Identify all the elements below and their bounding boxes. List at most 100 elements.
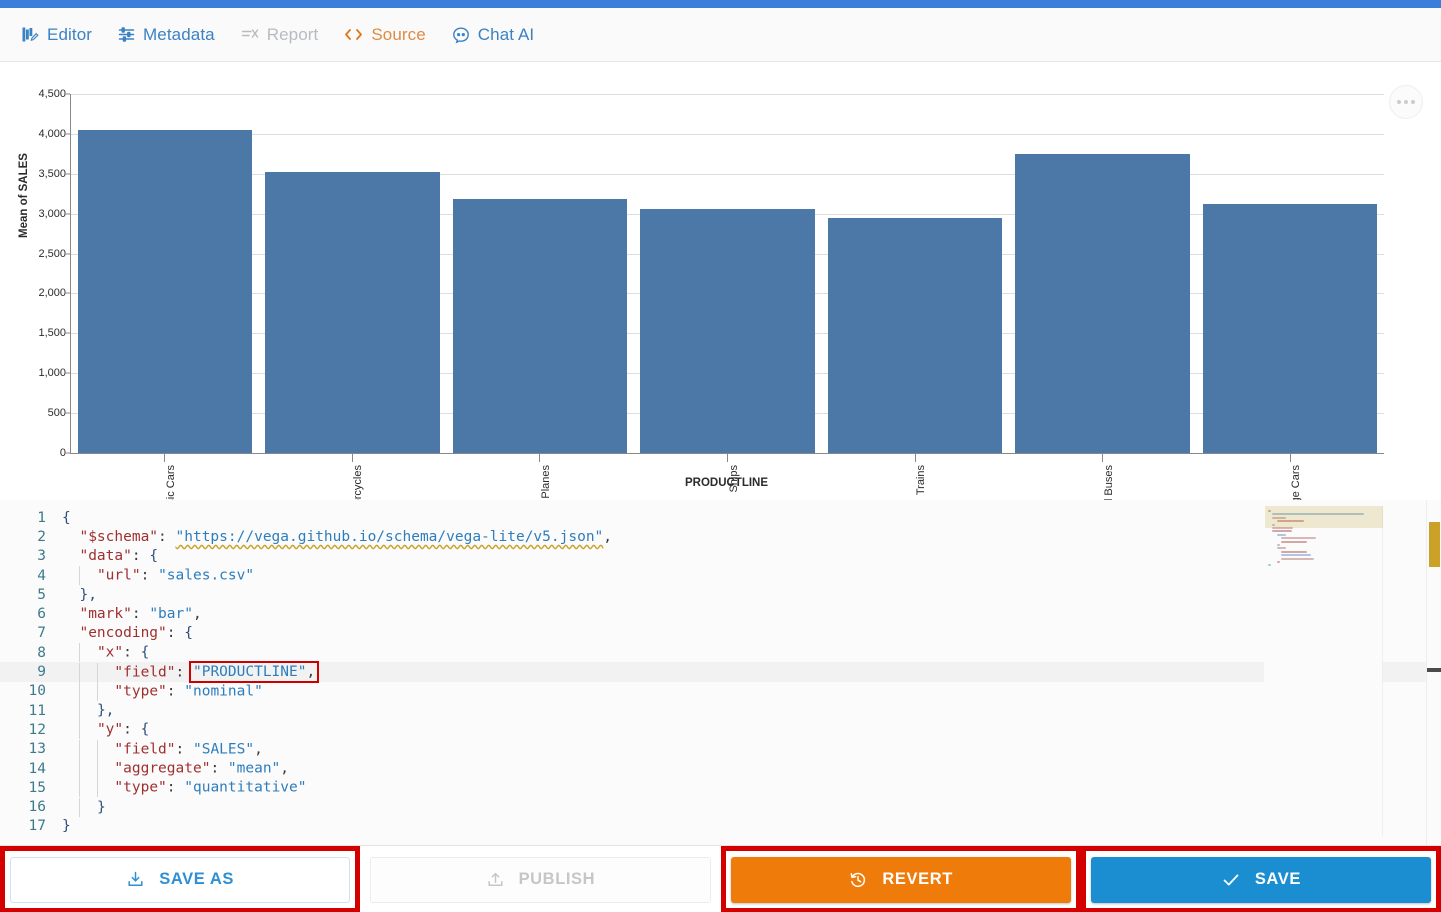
save-as-highlight-frame: SAVE AS xyxy=(0,846,361,912)
indent-guide xyxy=(79,662,81,682)
code-line[interactable]: 12 "y": { xyxy=(0,720,1441,740)
save-as-button[interactable]: SAVE AS xyxy=(10,856,351,903)
code-line[interactable]: 8 "x": { xyxy=(0,643,1441,663)
code-text[interactable]: "mark": "bar", xyxy=(62,606,201,622)
y-axis-tick-mark xyxy=(66,332,70,334)
bar[interactable] xyxy=(827,217,1003,453)
save-label: SAVE xyxy=(1254,870,1301,888)
scrollbar-thumb[interactable] xyxy=(1429,522,1440,567)
bar[interactable] xyxy=(77,129,252,453)
tab-label: Report xyxy=(266,25,319,44)
publish-button[interactable]: PUBLISH xyxy=(370,856,711,903)
save-button[interactable]: SAVE xyxy=(1090,856,1431,903)
code-text[interactable]: }, xyxy=(62,701,114,721)
code-line[interactable]: 6 "mark": "bar", xyxy=(0,604,1441,623)
indent-guide xyxy=(79,759,81,778)
y-axis-tick-mark xyxy=(66,93,70,95)
code-lines[interactable]: 1{2 "$schema": "https://vega.github.io/s… xyxy=(0,508,1441,836)
bar[interactable] xyxy=(265,171,440,453)
plot-area: Classic Cars Motorcycles Planes Ships Trains… xyxy=(70,94,1384,500)
code-text[interactable]: "type": "quantitative" xyxy=(62,778,306,798)
y-axis-tick-label: 4,500 xyxy=(38,88,66,100)
editor-minimap[interactable] xyxy=(1264,506,1383,836)
code-line[interactable]: 15 "type": "quantitative" xyxy=(0,778,1441,798)
revert-button[interactable]: REVERT xyxy=(730,856,1071,903)
code-line[interactable]: 13 "field": "SALES", xyxy=(0,739,1441,759)
tab-label: Chat AI xyxy=(477,25,535,44)
tab-metadata[interactable]: Metadata xyxy=(118,26,215,43)
code-text[interactable]: } xyxy=(62,797,106,817)
x-axis-tick-mark xyxy=(351,453,353,462)
bar-slot: Ships xyxy=(634,94,822,493)
minimap-line xyxy=(1276,533,1286,536)
y-axis-tick-mark xyxy=(66,253,70,255)
code-text[interactable]: "field": "SALES", xyxy=(62,739,263,759)
tab-report[interactable]: Report xyxy=(241,26,319,43)
line-number: 17 xyxy=(28,818,46,835)
indent-guide xyxy=(79,739,81,759)
code-line[interactable]: 1{ xyxy=(0,508,1441,527)
bar-slot: Planes xyxy=(446,94,634,499)
code-line[interactable]: 5 }, xyxy=(0,585,1441,604)
y-axis-tick-label: 500 xyxy=(47,407,66,420)
x-axis-tick-mark xyxy=(727,453,729,462)
code-line[interactable]: 2 "$schema": "https://vega.github.io/sch… xyxy=(0,527,1441,546)
indent-guide xyxy=(79,701,81,721)
tab-source[interactable]: Source xyxy=(344,25,426,44)
y-axis-tick-label: 4,000 xyxy=(38,127,66,140)
y-axis-tick-mark xyxy=(66,372,70,374)
bar-slot: Trucks and Buses xyxy=(1009,94,1197,500)
line-number: 1 xyxy=(37,509,46,526)
bar[interactable] xyxy=(1015,154,1190,453)
tab-chat-ai[interactable]: Chat AI xyxy=(452,26,534,44)
bar[interactable] xyxy=(452,199,628,453)
tab-label: Source xyxy=(371,25,426,44)
save-as-label: SAVE AS xyxy=(159,870,235,888)
code-text[interactable]: "field": "PRODUCTLINE", xyxy=(62,661,320,684)
code-text[interactable]: "x": { xyxy=(62,643,149,663)
code-text[interactable]: { xyxy=(62,510,71,526)
indent-guide xyxy=(79,566,81,586)
code-line[interactable]: 10 "type": "nominal" xyxy=(0,681,1441,701)
minimap-line xyxy=(1281,554,1312,557)
minimap-line xyxy=(1276,547,1286,550)
code-text[interactable]: } xyxy=(62,818,71,834)
code-line[interactable]: 7 "encoding": { xyxy=(0,624,1441,643)
code-line[interactable]: 14 "aggregate": "mean", xyxy=(0,759,1441,778)
history-icon xyxy=(848,870,868,890)
minimap-viewport-slider[interactable] xyxy=(1265,506,1383,528)
tab-editor[interactable]: Editor xyxy=(22,26,92,43)
code-text[interactable]: }, xyxy=(62,587,96,603)
y-axis-tick-mark xyxy=(66,412,70,414)
code-text[interactable]: "y": { xyxy=(62,720,149,740)
code-text[interactable]: "url": "sales.csv" xyxy=(62,566,254,586)
bar[interactable] xyxy=(640,208,815,453)
line-number: 10 xyxy=(28,683,46,700)
x-axis-tick-mark xyxy=(539,453,541,462)
code-line[interactable]: 11 }, xyxy=(0,701,1441,721)
upload-icon xyxy=(486,870,505,889)
bar[interactable] xyxy=(1203,204,1378,453)
highlighted-token: "PRODUCTLINE", xyxy=(188,661,320,684)
code-line[interactable]: 3 "data": { xyxy=(0,547,1441,566)
source-code-editor[interactable]: 1{2 "$schema": "https://vega.github.io/s… xyxy=(0,500,1441,845)
code-line[interactable]: 4 "url": "sales.csv" xyxy=(0,566,1441,586)
bar-slot: Motorcycles xyxy=(259,94,447,500)
bar-series: Classic Cars Motorcycles Planes Ships Trains… xyxy=(71,94,1384,500)
indent-guide xyxy=(96,681,98,701)
x-axis-tick-mark xyxy=(1289,453,1291,462)
y-axis-tick-label: 2,500 xyxy=(38,247,66,260)
x-axis-tick-mark xyxy=(164,453,166,462)
code-line[interactable]: 9 "field": "PRODUCTLINE", xyxy=(0,661,1441,684)
code-text[interactable]: "type": "nominal" xyxy=(62,681,263,701)
code-line[interactable]: 17} xyxy=(0,817,1441,836)
code-text[interactable]: "$schema": "https://vega.github.io/schem… xyxy=(62,529,612,545)
code-text[interactable]: "encoding": { xyxy=(62,625,193,641)
code-text[interactable]: "data": { xyxy=(62,548,158,564)
code-text[interactable]: "aggregate": "mean", xyxy=(62,759,289,778)
code-line[interactable]: 16 } xyxy=(0,797,1441,817)
line-number: 15 xyxy=(28,779,46,796)
editor-vertical-scrollbar[interactable] xyxy=(1426,500,1441,845)
y-axis-tick-label: 2,000 xyxy=(38,287,66,300)
tab-label: Metadata xyxy=(143,25,215,44)
